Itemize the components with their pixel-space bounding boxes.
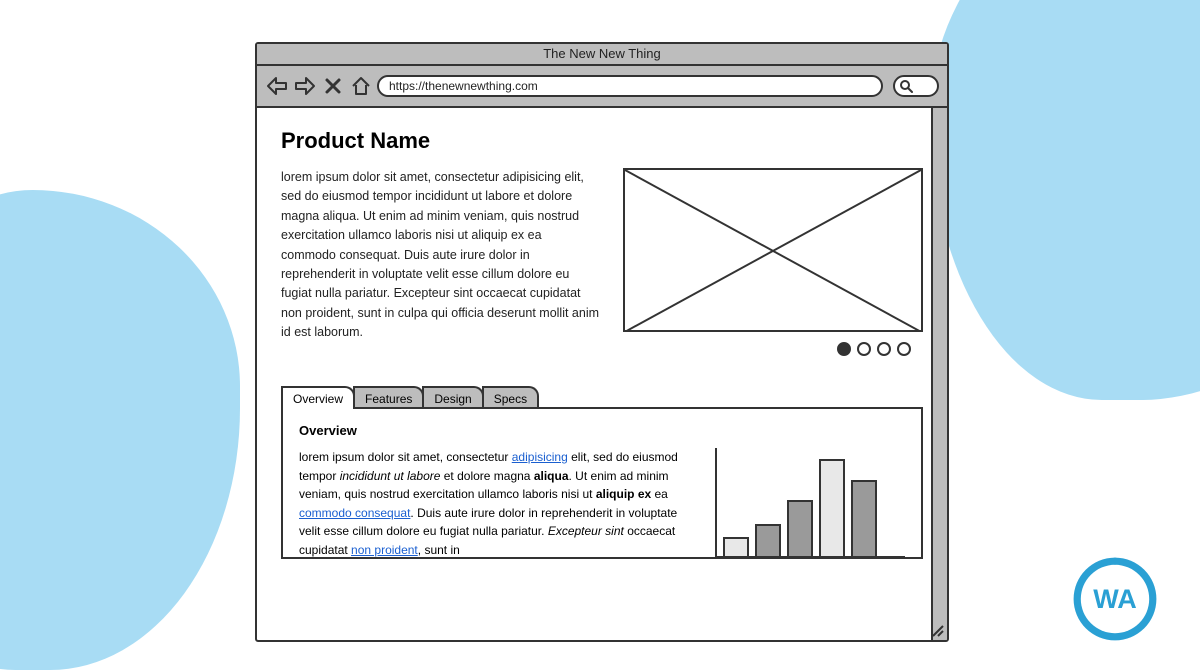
- carousel-dot[interactable]: [897, 342, 911, 356]
- panel-bold: aliqua: [534, 469, 569, 483]
- panel-link[interactable]: non proident: [351, 543, 418, 557]
- chart-bar: [819, 459, 845, 556]
- search-button[interactable]: [893, 75, 939, 97]
- chart-bar: [755, 524, 781, 556]
- panel-bold: aliquip ex: [596, 487, 651, 501]
- panel-heading: Overview: [299, 423, 905, 438]
- carousel-dots: [623, 342, 923, 356]
- product-title: Product Name: [281, 128, 923, 154]
- panel-text-span: et dolore magna: [440, 469, 533, 483]
- panel-text: lorem ipsum dolor sit amet, consectetur …: [299, 448, 701, 559]
- hero-media: [623, 168, 923, 356]
- search-icon: [899, 79, 913, 93]
- carousel-dot[interactable]: [837, 342, 851, 356]
- carousel-dot[interactable]: [857, 342, 871, 356]
- panel-text-span: , sunt in: [418, 543, 460, 557]
- panel-link[interactable]: adipisicing: [512, 450, 568, 464]
- browser-window: The New New Thing Product Name lorem ips…: [255, 42, 949, 642]
- panel-italic: Excepteur sint: [548, 524, 624, 538]
- resize-grip-icon[interactable]: [931, 624, 945, 638]
- panel-text-span: ea: [651, 487, 668, 501]
- tab-panel-overview: Overview lorem ipsum dolor sit amet, con…: [281, 407, 923, 559]
- page-content: Product Name lorem ipsum dolor sit amet,…: [257, 108, 947, 640]
- panel-link[interactable]: commodo consequat: [299, 506, 410, 520]
- browser-toolbar: [257, 66, 947, 108]
- image-placeholder: [623, 168, 923, 332]
- tab-specs[interactable]: Specs: [482, 386, 539, 409]
- chart-bar: [723, 537, 749, 556]
- window-titlebar: The New New Thing: [257, 44, 947, 66]
- decorative-blob-left: [0, 190, 240, 670]
- svg-text:WA: WA: [1093, 584, 1137, 614]
- chart-bar: [787, 500, 813, 556]
- tab-features[interactable]: Features: [353, 386, 424, 409]
- panel-bar-chart: [715, 448, 905, 558]
- panel-italic: incididunt ut labore: [340, 469, 441, 483]
- forward-button[interactable]: [293, 74, 317, 98]
- home-button[interactable]: [349, 74, 373, 98]
- tab-design[interactable]: Design: [422, 386, 483, 409]
- stop-button[interactable]: [321, 74, 345, 98]
- wa-badge-logo: WA: [1070, 554, 1160, 644]
- back-button[interactable]: [265, 74, 289, 98]
- window-title: The New New Thing: [543, 46, 661, 61]
- carousel-dot[interactable]: [877, 342, 891, 356]
- hero-section: lorem ipsum dolor sit amet, consectetur …: [281, 168, 923, 356]
- decorative-blob-right: [930, 0, 1200, 400]
- tab-row: OverviewFeaturesDesignSpecs: [281, 386, 923, 409]
- tab-overview[interactable]: Overview: [281, 386, 355, 409]
- chart-bar: [851, 480, 877, 556]
- tabs-section: OverviewFeaturesDesignSpecs Overview lor…: [281, 386, 923, 559]
- panel-text-span: lorem ipsum dolor sit amet, consectetur: [299, 450, 512, 464]
- hero-paragraph: lorem ipsum dolor sit amet, consectetur …: [281, 168, 599, 356]
- url-input[interactable]: [377, 75, 883, 97]
